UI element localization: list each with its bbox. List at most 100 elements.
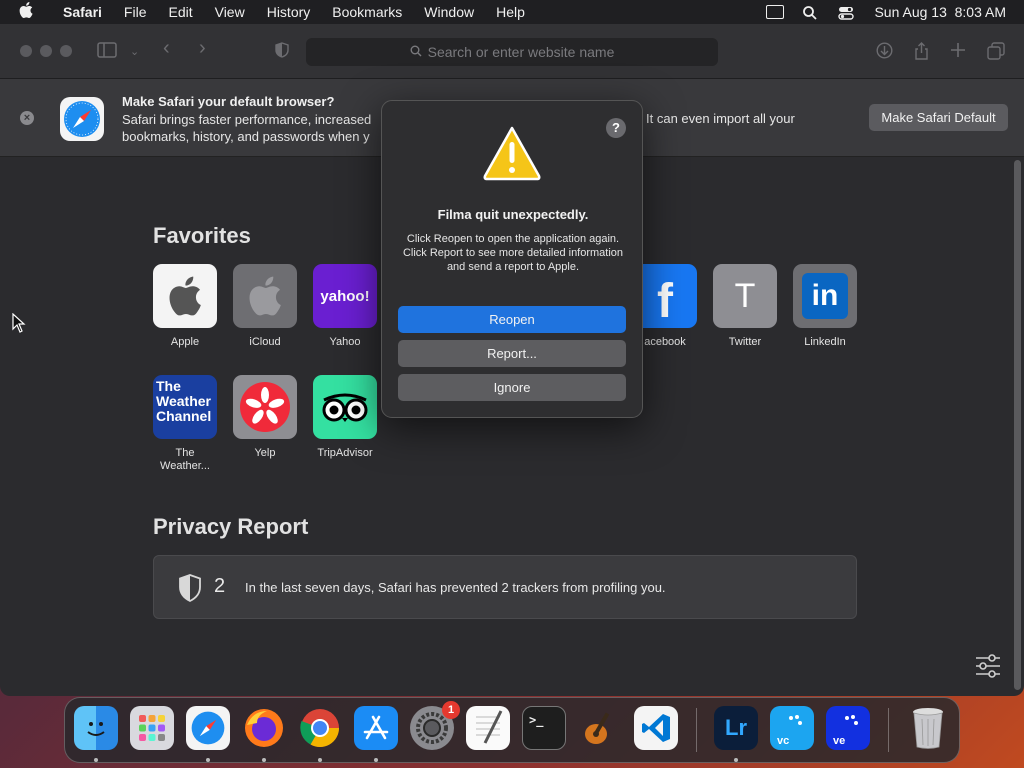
ignore-button[interactable]: Ignore bbox=[398, 374, 626, 401]
ve-app-text: ve bbox=[833, 735, 846, 747]
safari-window: ⌄ ‹ › Search or enter website name × Mak… bbox=[0, 24, 1024, 696]
mouse-cursor-icon bbox=[12, 312, 26, 338]
garageband-icon[interactable] bbox=[578, 706, 622, 750]
tripadvisor-logo-icon bbox=[313, 375, 377, 439]
running-indicator bbox=[206, 758, 210, 762]
safari-dock-icon[interactable] bbox=[186, 706, 230, 750]
banner-description: Safari brings faster performance, increa… bbox=[122, 111, 382, 145]
menu-history[interactable]: History bbox=[256, 4, 322, 20]
report-button[interactable]: Report... bbox=[398, 340, 626, 367]
favorite-label: LinkedIn bbox=[804, 336, 846, 348]
sidebar-toggle-icon[interactable] bbox=[97, 42, 117, 63]
chevron-down-icon[interactable]: ⌄ bbox=[130, 45, 139, 58]
weather-tile-line: Weather bbox=[156, 393, 211, 409]
textedit-icon[interactable] bbox=[466, 706, 510, 750]
privacy-shield-icon[interactable] bbox=[275, 42, 289, 63]
menu-app-name[interactable]: Safari bbox=[52, 4, 113, 20]
safari-toolbar: ⌄ ‹ › Search or enter website name bbox=[0, 24, 1024, 79]
crash-alert-dialog: ? Filma quit unexpectedly. Click Reopen … bbox=[381, 100, 643, 418]
menu-view[interactable]: View bbox=[204, 4, 256, 20]
menu-file[interactable]: File bbox=[113, 4, 158, 20]
favorite-yahoo[interactable]: yahoo! Yahoo bbox=[313, 264, 377, 349]
help-button[interactable]: ? bbox=[606, 118, 626, 138]
close-banner-icon[interactable]: × bbox=[20, 111, 34, 125]
menu-clock[interactable]: Sun Aug 13 8:03 AM bbox=[874, 4, 1006, 20]
menu-edit[interactable]: Edit bbox=[157, 4, 203, 20]
forward-arrow-icon[interactable]: › bbox=[199, 37, 206, 60]
shield-icon bbox=[178, 574, 202, 607]
window-controls bbox=[20, 45, 72, 57]
terminal-icon[interactable]: >_ bbox=[522, 706, 566, 750]
reopen-button[interactable]: Reopen bbox=[398, 306, 626, 333]
privacy-report-text: In the last seven days, Safari has preve… bbox=[245, 580, 666, 595]
customize-start-page-icon[interactable] bbox=[975, 654, 1001, 683]
banner-description-line1: Safari brings faster performance, increa… bbox=[122, 112, 372, 127]
running-indicator bbox=[318, 758, 322, 762]
banner-description-line2: bookmarks, history, and passwords when y bbox=[122, 129, 370, 144]
favorite-label-line2: Weather... bbox=[160, 460, 210, 472]
vc-app-text: vc bbox=[777, 735, 790, 747]
zoom-window-button[interactable] bbox=[60, 45, 72, 57]
app-store-icon[interactable] bbox=[354, 706, 398, 750]
favorite-label: iCloud bbox=[249, 336, 281, 348]
apple-menu-icon[interactable] bbox=[0, 2, 52, 22]
minimize-window-button[interactable] bbox=[40, 45, 52, 57]
tracker-count: 2 bbox=[214, 575, 226, 597]
finder-icon[interactable] bbox=[74, 706, 118, 750]
launchpad-icon[interactable] bbox=[130, 706, 174, 750]
apple-logo-icon bbox=[153, 264, 217, 328]
new-tab-icon[interactable] bbox=[950, 42, 966, 63]
chrome-icon[interactable] bbox=[298, 706, 342, 750]
twitter-tile-letter: T bbox=[734, 276, 756, 315]
vc-app-icon[interactable]: vc bbox=[770, 706, 814, 750]
favorite-twitter[interactable]: T Twitter bbox=[713, 264, 777, 349]
close-window-button[interactable] bbox=[20, 45, 32, 57]
menu-window[interactable]: Window bbox=[413, 4, 485, 20]
dock-separator bbox=[888, 708, 889, 752]
system-settings-icon[interactable]: 1 bbox=[410, 701, 460, 750]
warning-triangle-icon bbox=[482, 125, 542, 186]
dialog-message: Click Reopen to open the application aga… bbox=[402, 233, 624, 273]
tab-overview-icon[interactable] bbox=[987, 42, 1005, 65]
dialog-title: Filma quit unexpectedly. bbox=[437, 207, 589, 222]
favorite-label: TripAdvisor bbox=[317, 447, 373, 459]
running-indicator bbox=[734, 758, 738, 762]
make-safari-default-button[interactable]: Make Safari Default bbox=[869, 104, 1008, 131]
weather-tile-line: Channel bbox=[156, 408, 212, 424]
vc-app-2-icon[interactable]: ve bbox=[826, 706, 870, 750]
yahoo-logo-icon: yahoo! bbox=[313, 264, 377, 328]
favorite-tripadvisor[interactable]: TripAdvisor bbox=[313, 375, 377, 460]
favorite-label: Twitter bbox=[728, 336, 762, 348]
privacy-report-title: Privacy Report bbox=[153, 514, 309, 539]
favorite-weather-channel[interactable]: The Weather Channel The Weather... bbox=[153, 375, 217, 473]
running-indicator bbox=[94, 758, 98, 762]
privacy-report-card[interactable]: 2 In the last seven days, Safari has pre… bbox=[153, 555, 857, 619]
banner-description-right: It can even import all your bbox=[646, 111, 795, 126]
address-bar[interactable]: Search or enter website name bbox=[306, 38, 718, 66]
menu-bookmarks[interactable]: Bookmarks bbox=[321, 4, 413, 20]
firefox-icon[interactable] bbox=[242, 706, 286, 750]
lightroom-text: Lr bbox=[725, 715, 747, 740]
safari-compass-icon bbox=[60, 97, 104, 141]
dock: 1 >_ Lr vc ve bbox=[64, 697, 960, 763]
screen-mirroring-icon[interactable] bbox=[766, 5, 785, 19]
downloads-icon[interactable] bbox=[876, 42, 893, 64]
spotlight-search-icon[interactable] bbox=[802, 5, 820, 20]
menu-help[interactable]: Help bbox=[485, 4, 536, 20]
scrollbar[interactable] bbox=[1014, 160, 1021, 690]
vscode-icon[interactable] bbox=[634, 706, 678, 750]
favorite-yelp[interactable]: Yelp bbox=[233, 375, 297, 460]
favorite-icloud[interactable]: iCloud bbox=[233, 264, 297, 349]
favorite-label: Yelp bbox=[254, 447, 276, 459]
favorite-label-line1: The bbox=[175, 447, 195, 459]
favorite-apple[interactable]: Apple bbox=[153, 264, 217, 349]
yahoo-logo-text: yahoo! bbox=[320, 287, 370, 305]
weather-channel-logo-icon: The Weather Channel bbox=[153, 375, 217, 439]
control-center-icon[interactable] bbox=[838, 5, 856, 20]
trash-icon[interactable] bbox=[906, 706, 950, 750]
lightroom-icon[interactable]: Lr bbox=[714, 706, 758, 750]
search-icon bbox=[410, 45, 422, 60]
share-icon[interactable] bbox=[914, 42, 929, 65]
favorite-linkedin[interactable]: in LinkedIn bbox=[793, 264, 857, 349]
back-arrow-icon[interactable]: ‹ bbox=[163, 37, 170, 60]
